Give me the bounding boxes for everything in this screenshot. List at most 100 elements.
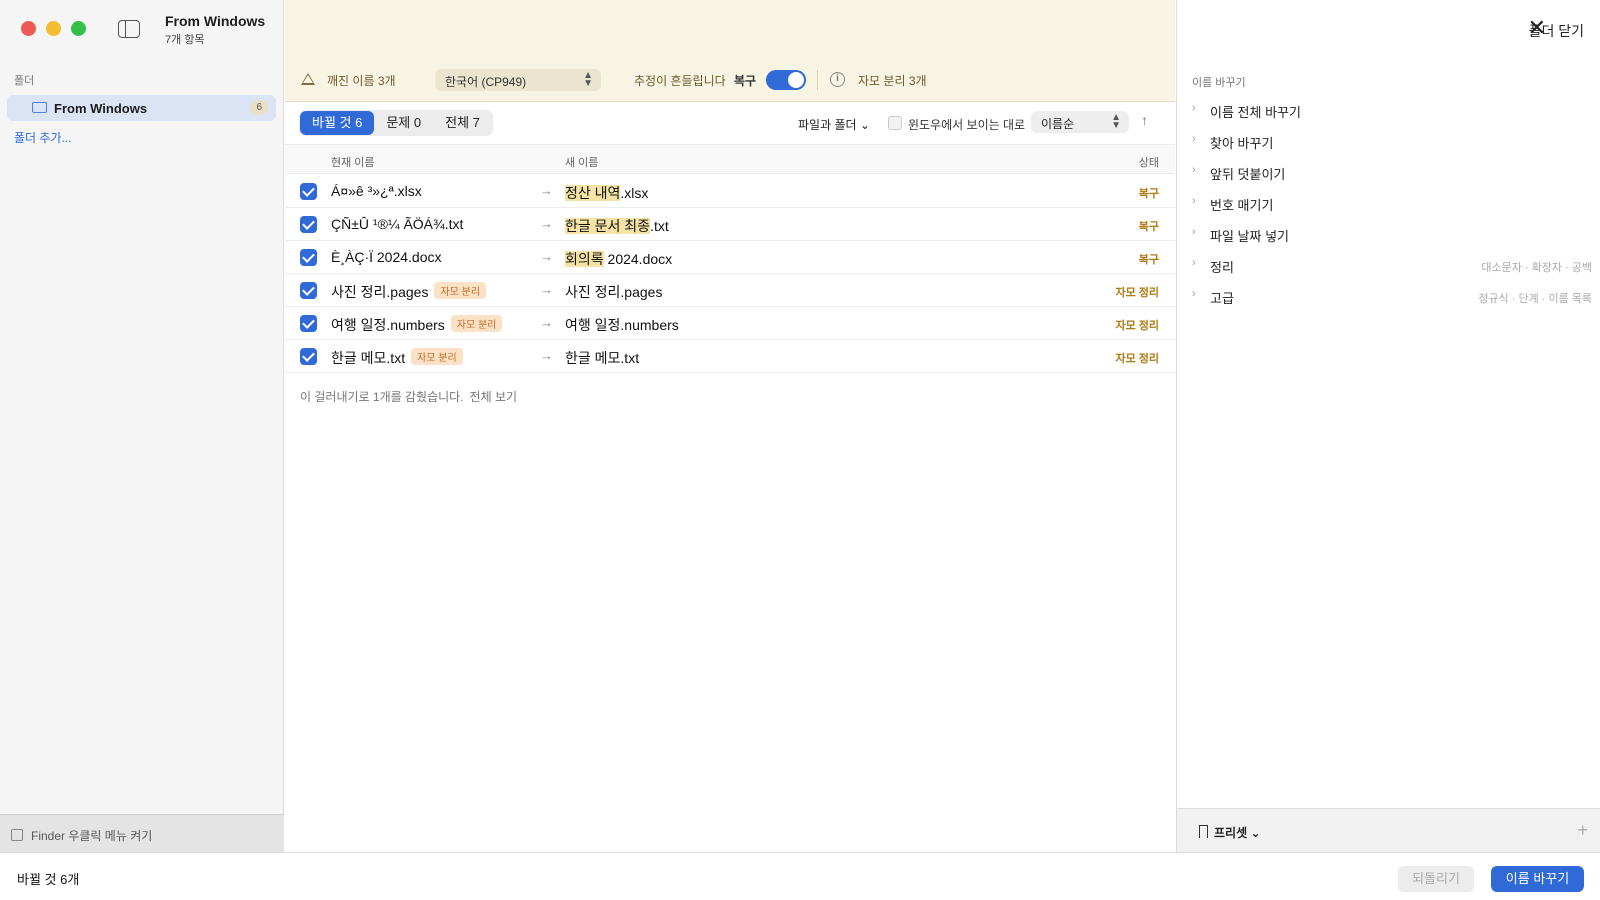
jamo-split-badge: 자모 분리 xyxy=(450,315,503,332)
current-name: 한글 메모.txt 자모 분리 xyxy=(331,348,463,368)
presets-label: 프리셋 xyxy=(1214,826,1248,840)
sort-direction-arrow-icon[interactable]: ↑ xyxy=(1141,112,1148,128)
sidebar-toggle-icon[interactable] xyxy=(118,20,140,38)
add-folder-link[interactable]: 폴더 추가... xyxy=(14,129,72,146)
jamo-split-badge: 자모 분리 xyxy=(434,282,487,299)
current-name: È¸ÀÇ·Ï 2024.docx xyxy=(331,249,442,265)
new-name: 사진 정리.pages xyxy=(565,282,662,302)
table-row[interactable]: 사진 정리.pages 자모 분리 → 사진 정리.pages 자모 정리 xyxy=(285,274,1175,307)
rename-button[interactable]: 이름 바꾸기 xyxy=(1491,866,1584,892)
hidden-items-note: 이 걸러내기로 1개를 감췄습니다. 전체 보기 xyxy=(300,388,517,405)
row-status: 복구 xyxy=(1138,188,1159,200)
row-status: 복구 xyxy=(1138,254,1159,266)
tab-problems[interactable]: 문제 0 xyxy=(374,111,433,135)
new-name: 한글 메모.txt xyxy=(565,348,639,368)
sidebar-item-label: From Windows xyxy=(54,101,148,116)
current-name-text: 여행 일정.numbers xyxy=(331,317,445,333)
warning-icon xyxy=(301,73,315,85)
show-all-link[interactable]: 전체 보기 xyxy=(470,390,518,404)
row-status: 자모 정리 xyxy=(1115,287,1159,299)
sidebar-item-from-windows[interactable]: From Windows 6 xyxy=(7,95,276,121)
row-checkbox[interactable] xyxy=(300,348,317,365)
windows-view-checkbox[interactable] xyxy=(888,116,902,130)
rename-option[interactable]: › 앞뒤 덧붙이기 xyxy=(1192,162,1592,182)
chevron-right-icon: › xyxy=(1192,164,1196,176)
updown-chevron-icon: ▲ ▼ xyxy=(583,70,593,89)
close-window-button[interactable] xyxy=(21,21,36,36)
arrow-right-icon: → xyxy=(540,183,553,198)
header-current-name: 현재 이름 xyxy=(331,157,375,169)
revert-button[interactable]: 되돌리기 xyxy=(1398,866,1474,892)
presets-dropdown[interactable]: 프리셋 ⌄ xyxy=(1214,824,1261,841)
sort-select[interactable]: 이름순 ▲ ▼ xyxy=(1031,111,1129,133)
sidebar-item-count-badge: 6 xyxy=(250,100,268,115)
item-type-dropdown[interactable]: 파일과 폴더 ⌄ xyxy=(798,116,870,133)
current-name-text: Á¤»ê ³»¿ª.xlsx xyxy=(331,183,422,199)
filter-tabs: 바뀔 것 6 문제 0 전체 7 xyxy=(299,110,493,136)
main-content: 깨진 이름 3개 한국어 (CP949) ▲ ▼ 추정이 흔들립니다 복구 i 자… xyxy=(285,0,1175,852)
broken-names-count: 깨진 이름 3개 xyxy=(327,74,396,88)
tab-all[interactable]: 전체 7 xyxy=(433,111,492,135)
info-icon[interactable]: i xyxy=(830,72,845,87)
row-checkbox[interactable] xyxy=(300,282,317,299)
folder-icon xyxy=(32,102,47,113)
close-folder-button[interactable]: 폴더 닫기 xyxy=(1529,21,1584,41)
arrow-right-icon: → xyxy=(540,216,553,231)
row-checkbox[interactable] xyxy=(300,315,317,332)
table-row[interactable]: 여행 일정.numbers 자모 분리 → 여행 일정.numbers 자모 정리 xyxy=(285,307,1175,340)
windows-view-label: 윈도우에서 보이는 대로 xyxy=(908,118,1026,132)
rename-option-label: 찾아 바꾸기 xyxy=(1210,136,1274,151)
bookmark-icon xyxy=(1199,825,1208,838)
add-preset-icon[interactable]: + xyxy=(1577,820,1588,841)
rename-section-title: 이름 바꾸기 xyxy=(1192,77,1246,89)
rename-option-hint: 대소문자 · 확장자 · 공백 xyxy=(1481,262,1592,274)
window-controls xyxy=(21,21,86,36)
finder-menu-toggle[interactable]: Finder 우클릭 메뉴 켜기 xyxy=(0,814,284,852)
jamo-split-count: 자모 분리 3개 xyxy=(858,74,927,88)
row-checkbox[interactable] xyxy=(300,216,317,233)
table-row[interactable]: 한글 메모.txt 자모 분리 → 한글 메모.txt 자모 정리 xyxy=(285,340,1175,373)
guess-note: 추정이 흔들립니다 xyxy=(634,74,726,88)
rename-option-label: 앞뒤 덧붙이기 xyxy=(1210,167,1286,182)
new-name-text: 여행 일정.numbers xyxy=(565,317,679,333)
table-row[interactable]: Á¤»ê ³»¿ª.xlsx → 정산 내역.xlsx 복구 xyxy=(285,175,1175,208)
restore-toggle[interactable] xyxy=(766,70,806,90)
item-type-value: 파일과 폴더 xyxy=(798,118,857,132)
chevron-down-icon: ⌄ xyxy=(859,118,870,132)
window-title: From Windows xyxy=(165,13,266,29)
change-count: 바뀔 것 6개 xyxy=(17,872,80,887)
row-checkbox[interactable] xyxy=(300,183,317,200)
table-header: 현재 이름 새 이름 상태 xyxy=(285,144,1175,174)
encoding-select[interactable]: 한국어 (CP949) ▲ ▼ xyxy=(435,69,601,91)
current-name: Á¤»ê ³»¿ª.xlsx xyxy=(331,183,422,199)
row-status: 자모 정리 xyxy=(1115,353,1159,365)
rename-option[interactable]: › 이름 전체 바꾸기 xyxy=(1192,100,1592,120)
minimize-window-button[interactable] xyxy=(46,21,61,36)
new-name-highlight: 한글 문서 최종 xyxy=(565,218,651,234)
current-name: ÇÑ±Û ¹®¼­ ÃÖÁ¾.txt xyxy=(331,216,463,232)
new-name-highlight: 정산 내역 xyxy=(565,185,621,201)
rename-option[interactable]: › 파일 날짜 넣기 xyxy=(1192,224,1592,244)
tab-changes[interactable]: 바뀔 것 6 xyxy=(300,111,375,135)
rename-option[interactable]: › 번호 매기기 xyxy=(1192,193,1592,213)
rename-option[interactable]: › 정리 대소문자 · 확장자 · 공백 xyxy=(1192,255,1592,275)
chevron-right-icon: › xyxy=(1192,102,1196,114)
chevron-right-icon: › xyxy=(1192,257,1196,269)
table-row[interactable]: È¸ÀÇ·Ï 2024.docx → 회의록 2024.docx 복구 xyxy=(285,241,1175,274)
chevron-right-icon: › xyxy=(1192,133,1196,145)
arrow-right-icon: → xyxy=(540,315,553,330)
jamo-split-badge: 자모 분리 xyxy=(411,348,463,365)
table-row[interactable]: ÇÑ±Û ¹®¼­ ÃÖÁ¾.txt → 한글 문서 최종.txt 복구 xyxy=(285,208,1175,241)
rename-panel: ✕ 폴더 닫기 이름 바꾸기 › 이름 전체 바꾸기 › 찾아 바꾸기 › 앞뒤 덧붙이기… xyxy=(1176,0,1600,852)
rename-option[interactable]: › 찾아 바꾸기 xyxy=(1192,131,1592,151)
restore-label: 복구 xyxy=(734,74,757,88)
rename-option-hint: 정규식 · 단계 · 이름 목록 xyxy=(1478,293,1592,305)
sort-select-value: 이름순 xyxy=(1041,117,1075,131)
zoom-window-button[interactable] xyxy=(71,21,86,36)
new-name-text: 사진 정리.pages xyxy=(565,284,663,300)
arrow-right-icon: → xyxy=(540,282,553,297)
new-name-highlight: 회의록 xyxy=(565,251,604,267)
rename-option[interactable]: › 고급 정규식 · 단계 · 이름 목록 xyxy=(1192,286,1592,306)
finder-menu-label: Finder 우클릭 메뉴 켜기 xyxy=(31,829,153,843)
row-checkbox[interactable] xyxy=(300,249,317,266)
